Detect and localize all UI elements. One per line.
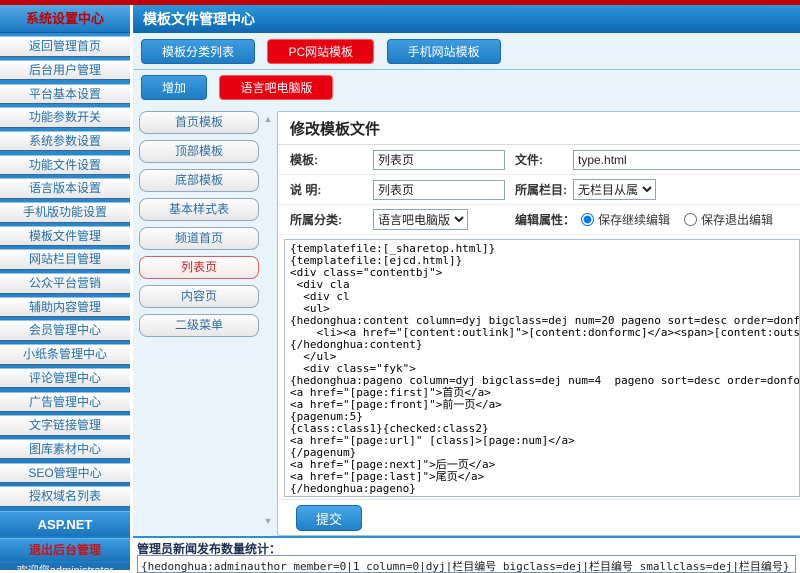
template-menu-item[interactable]: 底部模板 <box>139 169 259 192</box>
save-continue-label[interactable]: 保存继续编辑 <box>598 211 670 228</box>
template-menu-item[interactable]: 二级菜单 <box>139 314 259 337</box>
file-label: 文件: <box>505 151 569 168</box>
sidebar-item[interactable]: 文字链接管理 <box>0 415 130 436</box>
sidebar-item[interactable]: 辅助内容管理 <box>0 297 130 318</box>
footer-stats: 管理员新闻发布数量统计： {hedonghua:adminauthor memb… <box>133 536 800 570</box>
template-label: 模板: <box>278 151 373 168</box>
sidebar-item[interactable]: 语言版本设置 <box>0 178 130 199</box>
sidebar-item[interactable]: 系统参数设置 <box>0 131 130 152</box>
sidebar-item[interactable]: 授权域名列表 <box>0 486 130 507</box>
sidebar-item[interactable]: 功能文件设置 <box>0 155 130 176</box>
sidebar-item[interactable]: 图库素材中心 <box>0 439 130 460</box>
template-menu-item[interactable]: 基本样式表 <box>139 198 259 221</box>
column-label: 所属栏目: <box>505 181 569 198</box>
template-menu: 首页模板 顶部模板 底部模板 基本样式表 频道首页 列表页 内容页 二级菜单 <box>139 111 259 536</box>
content-area: 首页模板 顶部模板 底部模板 基本样式表 频道首页 列表页 内容页 二级菜单 ▲… <box>133 103 800 536</box>
sidebar-item[interactable]: SEO管理中心 <box>0 463 130 484</box>
sidebar-item[interactable]: 网站栏目管理 <box>0 249 130 270</box>
toolbar-button[interactable]: 语言吧电脑版 <box>219 75 333 100</box>
description-label: 说 明: <box>278 181 373 198</box>
sidebar-aspnet-button[interactable]: ASP.NET <box>0 511 130 536</box>
category-label: 所属分类: <box>278 211 373 228</box>
submit-row: 提交 <box>278 499 800 535</box>
sidebar-item[interactable]: 平台基本设置 <box>0 84 130 105</box>
sidebar-item[interactable]: 小纸条管理中心 <box>0 344 130 365</box>
sidebar-header: 系统设置中心 <box>0 5 130 33</box>
main-area: 模板文件管理中心 模板分类列表 PC网站模板 手机网站模板 增加 语言吧电脑版 … <box>130 5 800 570</box>
template-menu-item[interactable]: 顶部模板 <box>139 140 259 163</box>
scroll-up-icon[interactable]: ▲ <box>264 115 273 124</box>
template-menu-scrollbar: ▲ ▼ <box>259 111 277 536</box>
file-name-input[interactable] <box>573 150 800 170</box>
column-select[interactable]: 无栏目从属 <box>573 179 656 200</box>
description-input[interactable] <box>373 180 505 200</box>
category-select[interactable]: 语言吧电脑版 <box>373 209 468 230</box>
sidebar-item[interactable]: 模板文件管理 <box>0 226 130 247</box>
form-title: 修改模板文件 <box>278 112 800 145</box>
edit-template-panel: 修改模板文件 模板: 文件: 说 明: 所属栏目: <box>277 111 800 536</box>
edit-attr-label: 编辑属性： <box>505 211 575 228</box>
template-menu-item[interactable]: 频道首页 <box>139 227 259 250</box>
template-menu-item[interactable]: 列表页 <box>139 256 259 279</box>
sidebar-item[interactable]: 功能参数开关 <box>0 107 130 128</box>
sidebar-item[interactable]: 会员管理中心 <box>0 320 130 341</box>
toolbar-button[interactable]: 增加 <box>141 75 207 100</box>
stats-label: 管理员新闻发布数量统计： <box>137 540 796 555</box>
toolbar-row-2: 增加 语言吧电脑版 <box>133 70 800 103</box>
toolbar-button[interactable]: PC网站模板 <box>267 39 374 64</box>
sidebar-item[interactable]: 手机版功能设置 <box>0 202 130 223</box>
sidebar-item[interactable]: 公众平台营销 <box>0 273 130 294</box>
submit-button[interactable]: 提交 <box>296 505 362 531</box>
page-title: 模板文件管理中心 <box>133 5 800 33</box>
template-menu-item[interactable]: 内容页 <box>139 285 259 308</box>
save-exit-radio[interactable] <box>684 213 697 226</box>
form-row-description: 说 明: 所属栏目: 无栏目从属 <box>278 175 800 205</box>
template-name-input[interactable] <box>373 150 505 170</box>
sidebar-item[interactable]: 广告管理中心 <box>0 392 130 413</box>
sidebar-item[interactable]: 后台用户管理 <box>0 60 130 81</box>
sidebar: 系统设置中心 返回管理首页 后台用户管理 平台基本设置 功能参数开关 系统参数设… <box>0 5 130 570</box>
toolbar-button[interactable]: 手机网站模板 <box>387 39 501 64</box>
form-row-category: 所属分类: 语言吧电脑版 编辑属性： 保存继续编辑 保存退出编辑 <box>278 205 800 235</box>
sidebar-item[interactable]: 返回管理首页 <box>0 36 130 57</box>
edit-attr-radio-group: 保存继续编辑 保存退出编辑 <box>575 211 783 228</box>
form-row-template: 模板: 文件: <box>278 145 800 175</box>
toolbar-button[interactable]: 模板分类列表 <box>141 39 255 64</box>
toolbar-row-1: 模板分类列表 PC网站模板 手机网站模板 <box>133 33 800 70</box>
template-menu-item[interactable]: 首页模板 <box>139 111 259 134</box>
template-code-wrap <box>278 235 800 499</box>
save-exit-label[interactable]: 保存退出编辑 <box>701 211 773 228</box>
sidebar-welcome-text: 欢迎您administrator <box>0 563 130 570</box>
sidebar-menu: 返回管理首页 后台用户管理 平台基本设置 功能参数开关 系统参数设置 功能文件设… <box>0 33 130 507</box>
sidebar-item[interactable]: 评论管理中心 <box>0 368 130 389</box>
save-continue-radio[interactable] <box>581 213 594 226</box>
scroll-down-icon[interactable]: ▼ <box>264 517 273 526</box>
template-code-editor[interactable] <box>284 239 800 497</box>
stats-code-box[interactable]: {hedonghua:adminauthor member=0|1 column… <box>137 555 796 573</box>
sidebar-logout-button[interactable]: 退出后台管理 <box>0 538 130 561</box>
